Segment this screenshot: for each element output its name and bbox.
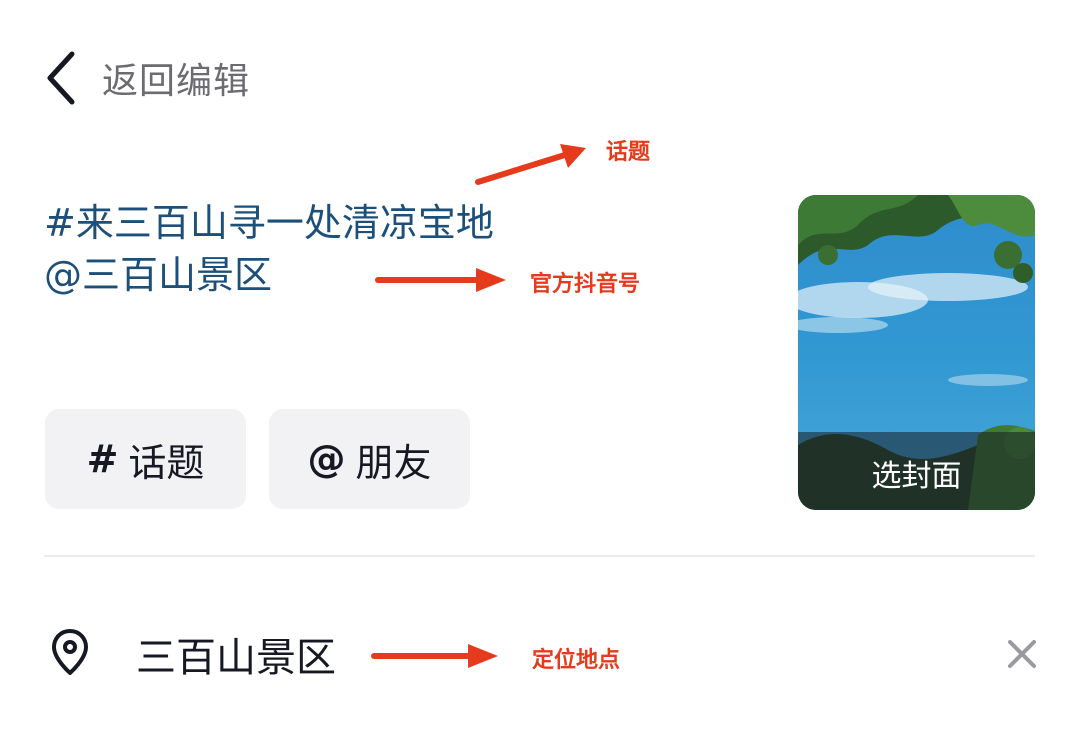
annotation-arrow-official-account xyxy=(375,268,506,292)
caption-topic-line: #来三百山寻一处清凉宝地 xyxy=(44,201,494,245)
location-selector[interactable]: 三百山景区 xyxy=(50,622,336,686)
add-topic-label: 话题 xyxy=(128,440,205,485)
mention-friend-button[interactable]: @ 朋友 xyxy=(269,409,470,509)
back-to-edit-button[interactable]: 返回编辑 xyxy=(40,46,250,110)
cover-label: 选封面 xyxy=(871,459,962,494)
annotation-location: 定位地点 xyxy=(532,648,621,673)
add-topic-button[interactable]: # 话题 xyxy=(45,409,246,509)
chevron-left-icon xyxy=(40,50,80,106)
annotation-arrow-location xyxy=(371,644,498,668)
location-label: 三百山景区 xyxy=(136,635,336,681)
divider xyxy=(44,555,1035,557)
close-icon xyxy=(1002,640,1042,678)
hash-icon: # xyxy=(86,437,119,481)
mention-friend-label: 朋友 xyxy=(355,440,432,485)
map-pin-icon xyxy=(50,627,90,681)
at-icon: @ xyxy=(307,437,346,481)
annotation-official-account: 官方抖音号 xyxy=(530,272,641,297)
select-cover-button[interactable]: 选封面 xyxy=(798,195,1035,510)
back-label: 返回编辑 xyxy=(102,61,251,102)
cover-label-bar: 选封面 xyxy=(798,432,1035,510)
clear-location-button[interactable] xyxy=(1002,634,1042,674)
annotation-topic: 话题 xyxy=(606,140,651,165)
annotation-arrow-topic xyxy=(475,144,586,185)
